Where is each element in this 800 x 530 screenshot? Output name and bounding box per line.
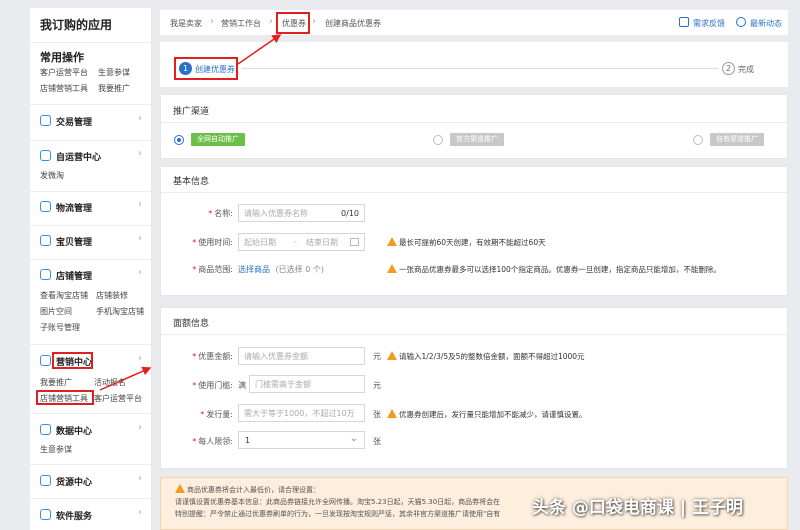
arrow-to-coupon-breadcrumb — [237, 34, 282, 65]
arrow-to-marketing-center — [99, 366, 152, 391]
annotation-arrows — [99, 34, 282, 391]
watermark: 头条 @口袋电商课 | 王子明 — [532, 498, 743, 518]
